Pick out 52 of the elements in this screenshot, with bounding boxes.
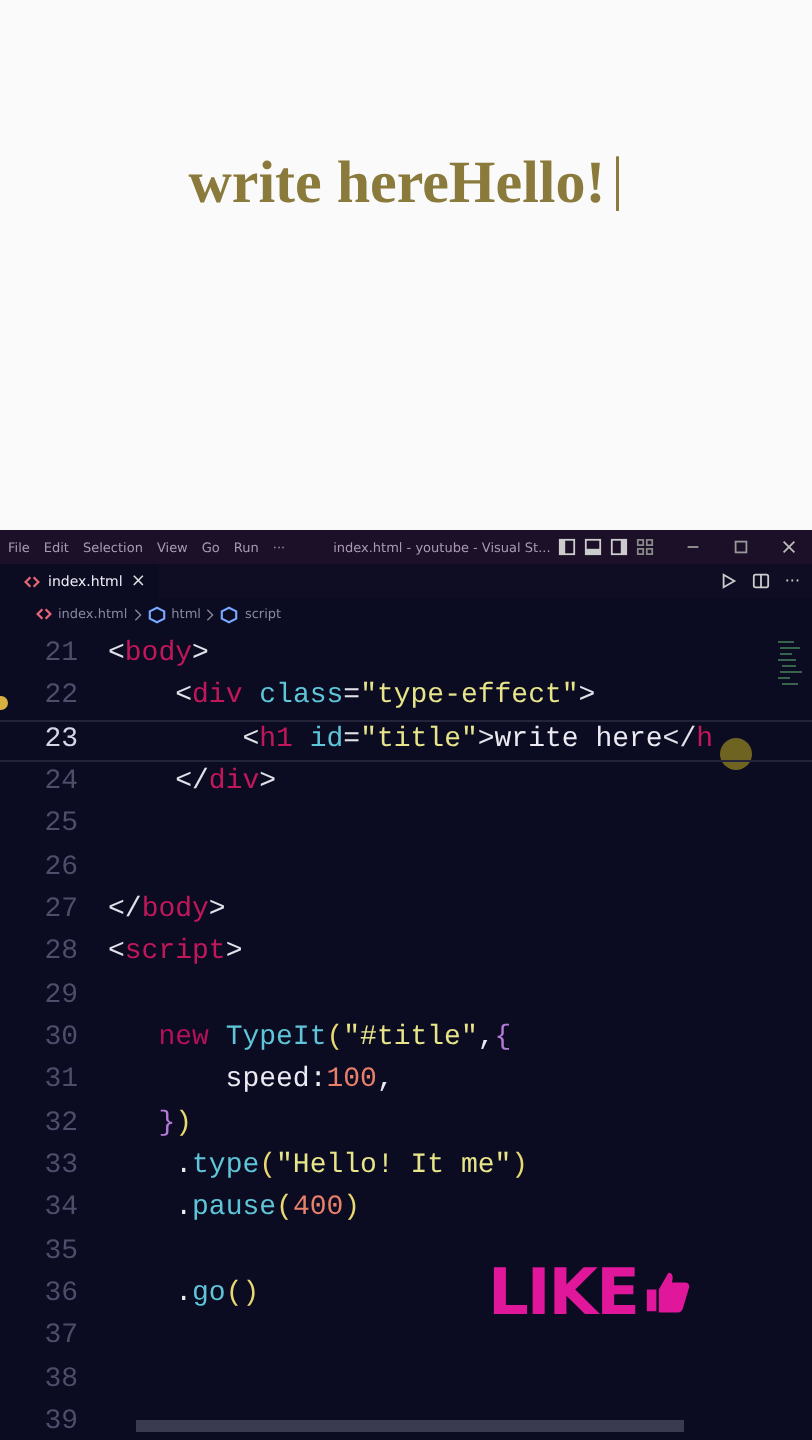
line-number: 23 [42,721,80,760]
like-sticker-text: LIKE [488,1258,638,1326]
line-number: 38 [42,1361,80,1400]
line-number: 35 [42,1233,80,1272]
line-number: 28 [42,934,80,973]
code-line: </div> [173,763,277,802]
code-line: .pause(400) [173,1190,361,1229]
code-line: <div class="type-effect"> [173,678,596,717]
element-icon [220,605,239,623]
layout-grid-icon[interactable] [636,538,655,556]
line-number: 22 [42,678,80,717]
code-line: new TypeIt("#title",{ [156,1019,512,1058]
line-number: 30 [42,1019,80,1058]
more-actions-button[interactable]: ··· [784,572,800,590]
code-line: speed:100, [223,1062,394,1101]
code-line: <h1 id="title">write here</h [240,721,714,760]
line-number: 32 [42,1105,80,1144]
element-icon [147,605,166,623]
close-icon[interactable] [780,538,799,556]
code-line: <body> [108,636,209,674]
line-number: 39 [42,1403,80,1440]
line-number: 27 [42,891,80,930]
page-heading: write hereHello! [188,148,606,220]
line-number: 33 [42,1147,80,1186]
line-number: 24 [42,763,80,802]
line-number: 36 [42,1275,80,1314]
html-file-icon [36,606,52,622]
line-number: 26 [42,849,80,888]
line-number: 29 [42,977,80,1016]
panel-layout-icon[interactable] [584,538,603,556]
click-highlight-icon [720,738,752,770]
line-number: 21 [42,636,80,674]
maximize-icon[interactable] [732,538,751,556]
code-line: .go() [173,1275,260,1314]
html-file-icon [24,573,40,589]
line-number: 25 [42,806,80,845]
secondary-sidebar-icon[interactable] [610,538,629,556]
run-icon[interactable] [720,572,739,590]
code-line: </body> [108,891,226,930]
line-number: 31 [42,1062,80,1101]
line-number: 37 [42,1318,80,1357]
text-cursor: | [611,144,624,216]
chevron-icon [133,607,142,621]
code-line: .type("Hello! It me") [173,1147,529,1186]
chevron-icon [206,607,215,621]
line-number: 34 [42,1190,80,1229]
code-line: <script> [108,934,243,973]
code-line: }) [156,1105,193,1144]
close-tab-button[interactable]: × [130,571,146,591]
split-editor-icon[interactable] [752,572,771,590]
sidebar-layout-icon[interactable] [558,538,577,556]
horizontal-scrollbar[interactable] [136,1420,684,1432]
